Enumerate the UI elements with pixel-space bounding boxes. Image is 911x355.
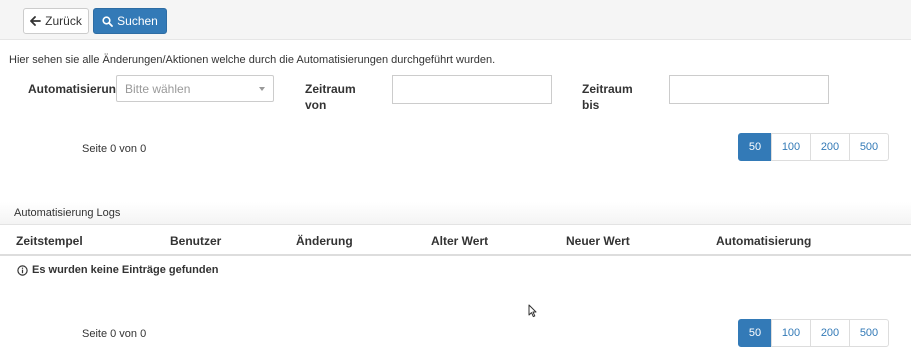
back-button[interactable]: Zurück [23, 8, 89, 34]
search-icon [102, 15, 114, 27]
automation-select-placeholder: Bitte wählen [125, 81, 191, 96]
date-to-label-line2: bis [582, 98, 600, 112]
date-from-label-line1: Zeitraum [305, 82, 356, 96]
column-header-new-value: Neuer Wert [566, 234, 630, 248]
arrow-left-icon [30, 16, 42, 26]
date-from-label: Zeitraum von [305, 81, 356, 113]
page-size-500-button[interactable]: 500 [849, 319, 889, 347]
empty-state-message: Es wurden keine Einträge gefunden [17, 264, 218, 276]
page-size-200-button[interactable]: 200 [810, 319, 850, 347]
column-header-timestamp: Zeitstempel [16, 234, 83, 248]
search-button[interactable]: Suchen [93, 8, 167, 34]
table-header-divider [0, 254, 911, 256]
date-to-input[interactable] [669, 75, 829, 104]
page-size-50-button[interactable]: 50 [738, 319, 772, 347]
page-size-selector-bottom: 50 100 200 500 [738, 319, 889, 347]
logs-panel-header: Automatisierung Logs [0, 202, 911, 225]
empty-state-text: Es wurden keine Einträge gefunden [32, 264, 219, 276]
column-header-old-value: Alter Wert [431, 234, 489, 248]
page-info-bottom: Seite 0 von 0 [82, 328, 147, 340]
column-header-automation: Automatisierung [716, 234, 812, 248]
page-size-100-button[interactable]: 100 [771, 319, 811, 347]
toolbar: Zurück Suchen [0, 0, 911, 40]
page-size-selector-top: 50 100 200 500 [738, 133, 889, 161]
search-button-label: Suchen [117, 14, 158, 28]
page-size-100-button[interactable]: 100 [771, 133, 811, 161]
logs-panel-title: Automatisierung Logs [14, 207, 121, 219]
automation-filter-label: Automatisierung [28, 82, 124, 96]
page-size-50-button[interactable]: 50 [738, 133, 772, 161]
page-info-top: Seite 0 von 0 [82, 143, 147, 155]
column-header-user: Benutzer [170, 234, 222, 248]
date-from-input[interactable] [392, 75, 552, 104]
mouse-cursor-icon [528, 304, 537, 318]
info-circle-icon [17, 264, 28, 276]
page-size-500-button[interactable]: 500 [849, 133, 889, 161]
back-button-label: Zurück [45, 14, 82, 28]
intro-text: Hier sehen sie alle Änderungen/Aktionen … [9, 54, 496, 66]
automation-select[interactable]: Bitte wählen [116, 75, 274, 102]
column-header-change: Änderung [296, 234, 353, 248]
date-to-label: Zeitraum bis [582, 81, 633, 113]
date-from-label-line2: von [305, 98, 327, 112]
page-size-200-button[interactable]: 200 [810, 133, 850, 161]
chevron-down-icon [259, 86, 265, 91]
date-to-label-line1: Zeitraum [582, 82, 633, 96]
